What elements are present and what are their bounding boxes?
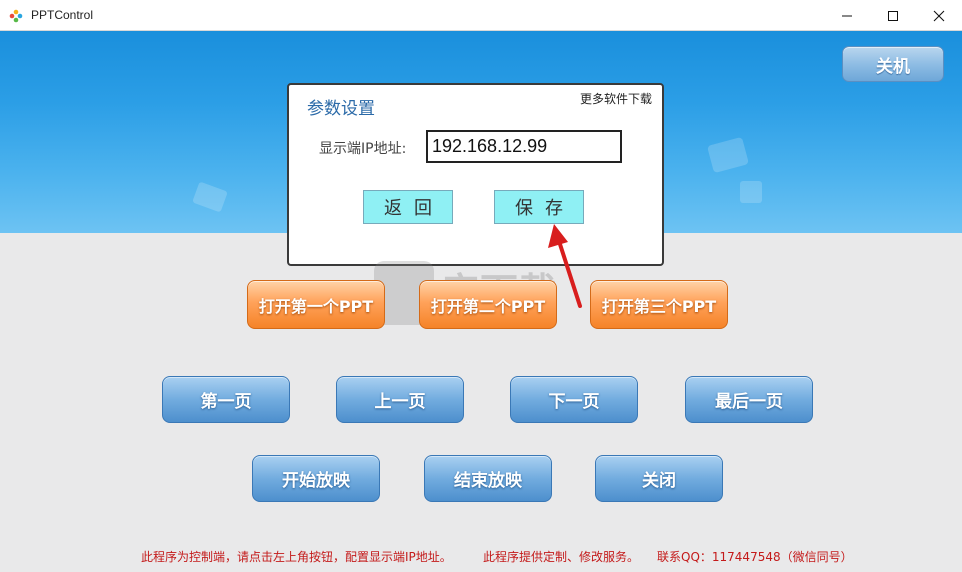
close-ppt-button[interactable]: 关闭 (595, 455, 723, 502)
window-title: PPTControl (31, 8, 94, 22)
title-bar: PPTControl (0, 0, 962, 31)
colored-dots-icon (9, 9, 23, 23)
next-page-button[interactable]: 下一页 (510, 376, 638, 423)
open-ppt-3-button[interactable]: 打开第三个PPT (590, 280, 728, 329)
open-ppt-1-button[interactable]: 打开第一个PPT (247, 280, 385, 329)
decorative-icons (192, 182, 228, 212)
prev-page-button[interactable]: 上一页 (336, 376, 464, 423)
poweroff-button[interactable]: 关机 (842, 46, 944, 82)
maximize-icon (888, 10, 898, 21)
close-button[interactable] (916, 0, 962, 31)
ip-address-label: 显示端IP地址: (319, 141, 407, 157)
back-button[interactable]: 返回 (363, 190, 453, 224)
last-page-button[interactable]: 最后一页 (685, 376, 813, 423)
save-button[interactable]: 保存 (494, 190, 584, 224)
footer-note-contact: 联系QQ：117447548（微信同号） (657, 550, 853, 564)
footer-note-config: 此程序为控制端，请点击左上角按钮，配置显示端IP地址。 (141, 550, 452, 564)
first-page-button[interactable]: 第一页 (162, 376, 290, 423)
dialog-title: 参数设置 (307, 99, 375, 119)
start-show-button[interactable]: 开始放映 (252, 455, 380, 502)
footer-note-service: 此程序提供定制、修改服务。 (483, 550, 640, 564)
open-ppt-2-button[interactable]: 打开第二个PPT (419, 280, 557, 329)
close-icon (933, 10, 945, 21)
ip-address-input[interactable] (426, 130, 622, 163)
maximize-button[interactable] (870, 0, 916, 31)
end-show-button[interactable]: 结束放映 (424, 455, 552, 502)
settings-dialog: 参数设置 更多软件下载 显示端IP地址: 返回 保存 (287, 83, 664, 266)
more-software-link[interactable]: 更多软件下载 (580, 90, 652, 107)
minimize-button[interactable] (824, 0, 870, 31)
minimize-icon (842, 15, 852, 16)
decorative-icons (707, 137, 762, 203)
